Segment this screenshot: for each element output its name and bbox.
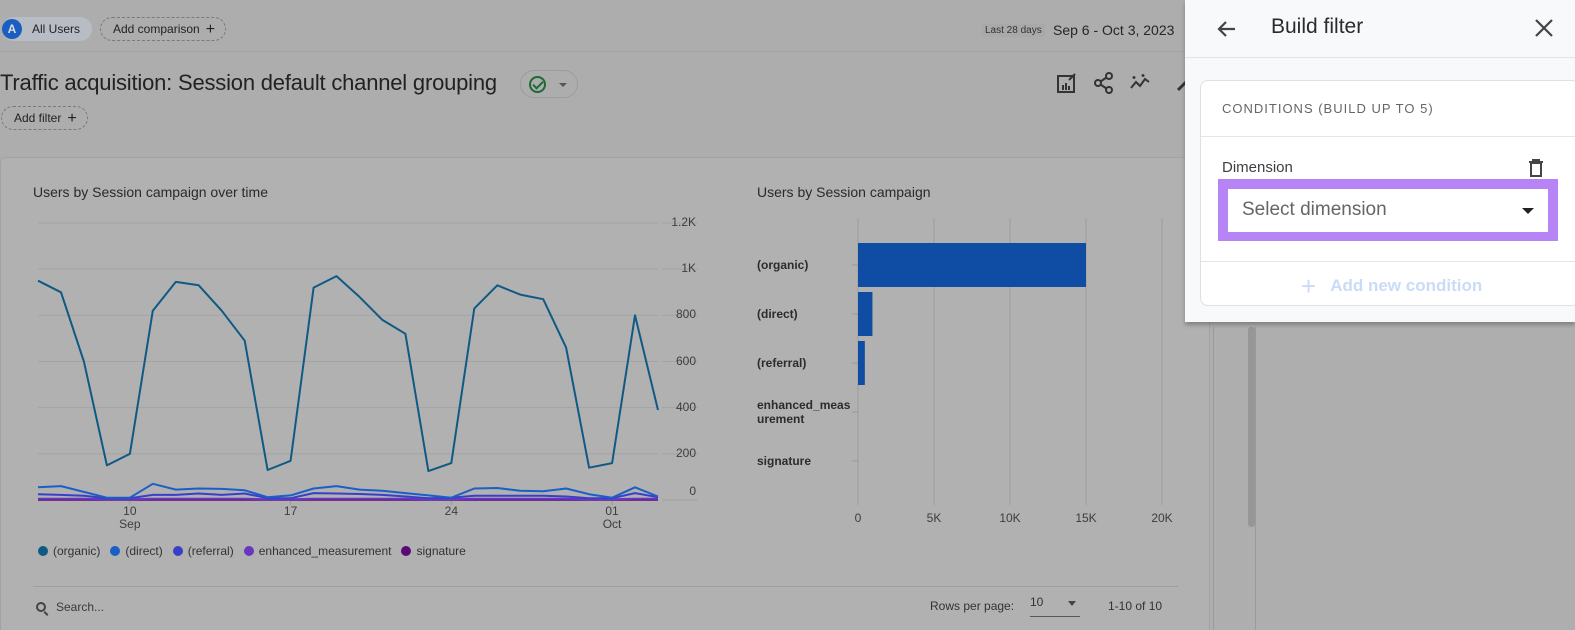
search-placeholder: Search... — [56, 600, 105, 614]
bar[interactable] — [858, 243, 1086, 287]
legend-item[interactable]: (organic) — [38, 544, 100, 558]
table-search-input[interactable]: Search... — [36, 600, 104, 614]
line-chart-legend: (organic) (direct) (referral) enhanced_meas… — [38, 544, 466, 558]
bar-category-label: (referral) — [757, 356, 807, 370]
legend-item[interactable]: enhanced_measurement — [243, 544, 392, 558]
legend-item[interactable]: (direct) — [110, 544, 163, 558]
conditions-title: CONDITIONS (BUILD UP TO 5) — [1222, 101, 1434, 116]
legend-label: (organic) — [53, 544, 101, 558]
bar-category-label: (direct) — [757, 307, 798, 321]
x-tick-label: 15K — [1075, 511, 1097, 525]
close-icon[interactable] — [1533, 17, 1555, 39]
build-filter-drawer: Build filter CONDITIONS (BUILD UP TO 5) … — [1185, 0, 1575, 322]
pagination-status: 1-10 of 10 — [1108, 599, 1163, 613]
bar-category-label: signature — [757, 454, 812, 468]
drawer-header: Build filter — [1185, 0, 1575, 58]
dimension-select[interactable]: Select dimension — [1228, 189, 1548, 232]
legend-label: enhanced_measurement — [258, 544, 392, 558]
scroll-track — [1255, 327, 1256, 630]
search-icon — [36, 602, 46, 612]
legend-dot-icon — [243, 546, 254, 556]
legend-label: signature — [416, 544, 466, 558]
legend-dot-icon — [110, 546, 121, 556]
x-tick-label: 20K — [1151, 511, 1173, 525]
divider — [1201, 261, 1575, 262]
conditions-card: CONDITIONS (BUILD UP TO 5) Dimension Sel… — [1200, 80, 1575, 306]
bar-category-label: enhanced_meas urement — [757, 398, 851, 426]
divider — [33, 586, 1178, 587]
plus-icon: + — [1301, 271, 1317, 301]
drawer-title: Build filter — [1271, 15, 1364, 38]
legend-item[interactable]: (referral) — [172, 544, 234, 558]
legend-label: (referral) — [187, 544, 234, 558]
trash-icon[interactable] — [1527, 158, 1545, 178]
rows-per-page-value: 10 — [1030, 595, 1044, 609]
rows-per-page-label: Rows per page: — [930, 599, 1015, 613]
select-placeholder: Select dimension — [1242, 199, 1387, 220]
legend-dot-icon — [172, 546, 183, 556]
legend-dot-icon — [401, 546, 412, 556]
report-page: A All Users Add comparison + Last 28 days… — [0, 0, 1210, 630]
x-tick-label: 0 — [854, 511, 862, 525]
add-condition-label: Add new condition — [1330, 276, 1483, 295]
dimension-label: Dimension — [1222, 159, 1293, 176]
legend-item[interactable]: signature — [401, 544, 466, 558]
caret-down-icon — [1068, 601, 1076, 606]
bar-category-label: (organic) — [757, 258, 809, 272]
x-tick-label: 10K — [999, 511, 1021, 525]
add-new-condition-button[interactable]: + Add new condition — [1301, 271, 1482, 302]
bar[interactable] — [858, 292, 873, 336]
legend-dot-icon — [38, 546, 48, 556]
scrollbar-thumb[interactable] — [1248, 327, 1255, 527]
rows-per-page-select[interactable]: 10 — [1030, 595, 1080, 617]
scroll-track — [1213, 327, 1214, 630]
bar[interactable] — [858, 341, 865, 385]
x-tick-label: 5K — [926, 511, 942, 525]
caret-down-icon — [1522, 208, 1534, 214]
legend-label: (direct) — [125, 544, 163, 558]
conditions-header: CONDITIONS (BUILD UP TO 5) — [1201, 81, 1575, 137]
arrow-back-icon[interactable] — [1215, 17, 1239, 41]
bar-chart — [852, 218, 1163, 505]
